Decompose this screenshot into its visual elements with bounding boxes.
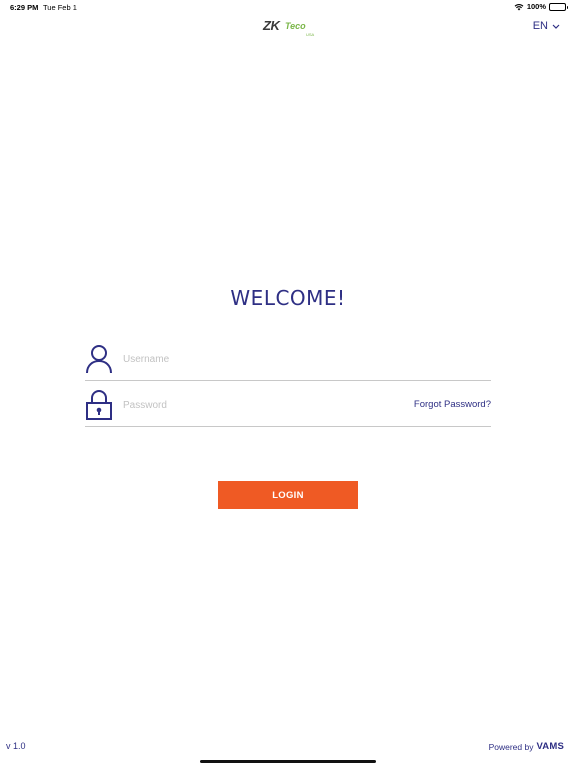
powered-by-label: Powered by <box>488 741 534 752</box>
vams-logo: VAMS <box>536 741 564 752</box>
app-version: v 1.0 <box>6 741 26 751</box>
zkteco-logo: ZK Teco USA <box>263 18 315 38</box>
logo-accent-text: Teco <box>285 21 306 31</box>
wifi-icon <box>514 3 524 11</box>
home-indicator[interactable] <box>200 760 376 763</box>
battery-icon <box>549 2 568 11</box>
username-input[interactable] <box>123 350 383 368</box>
user-icon <box>85 344 113 374</box>
logo-main-text: ZK <box>263 18 280 33</box>
welcome-title: WELCOME! <box>230 286 346 310</box>
status-time: 6:29 PM <box>10 3 39 12</box>
forgot-password-link[interactable]: Forgot Password? <box>414 399 491 410</box>
battery-percentage: 100% <box>526 2 546 11</box>
lock-icon <box>85 390 113 420</box>
password-field: Forgot Password? <box>85 386 491 427</box>
chevron-down-icon <box>552 24 560 29</box>
status-indicators: 100% <box>514 2 568 11</box>
language-label: EN <box>532 20 548 32</box>
username-field <box>85 340 491 381</box>
password-input[interactable] <box>123 396 383 414</box>
login-button[interactable]: LOGIN <box>218 481 358 509</box>
logo-sub-text: USA <box>306 32 315 37</box>
login-screen: 6:29 PM Tue Feb 1 100% ZK Teco USA EN WE… <box>0 0 576 768</box>
language-selector[interactable]: EN <box>533 20 560 32</box>
status-date: Tue Feb 1 <box>43 3 77 12</box>
powered-by: Powered by VAMS <box>489 741 564 752</box>
status-bar: 6:29 PM Tue Feb 1 100% <box>0 0 576 14</box>
